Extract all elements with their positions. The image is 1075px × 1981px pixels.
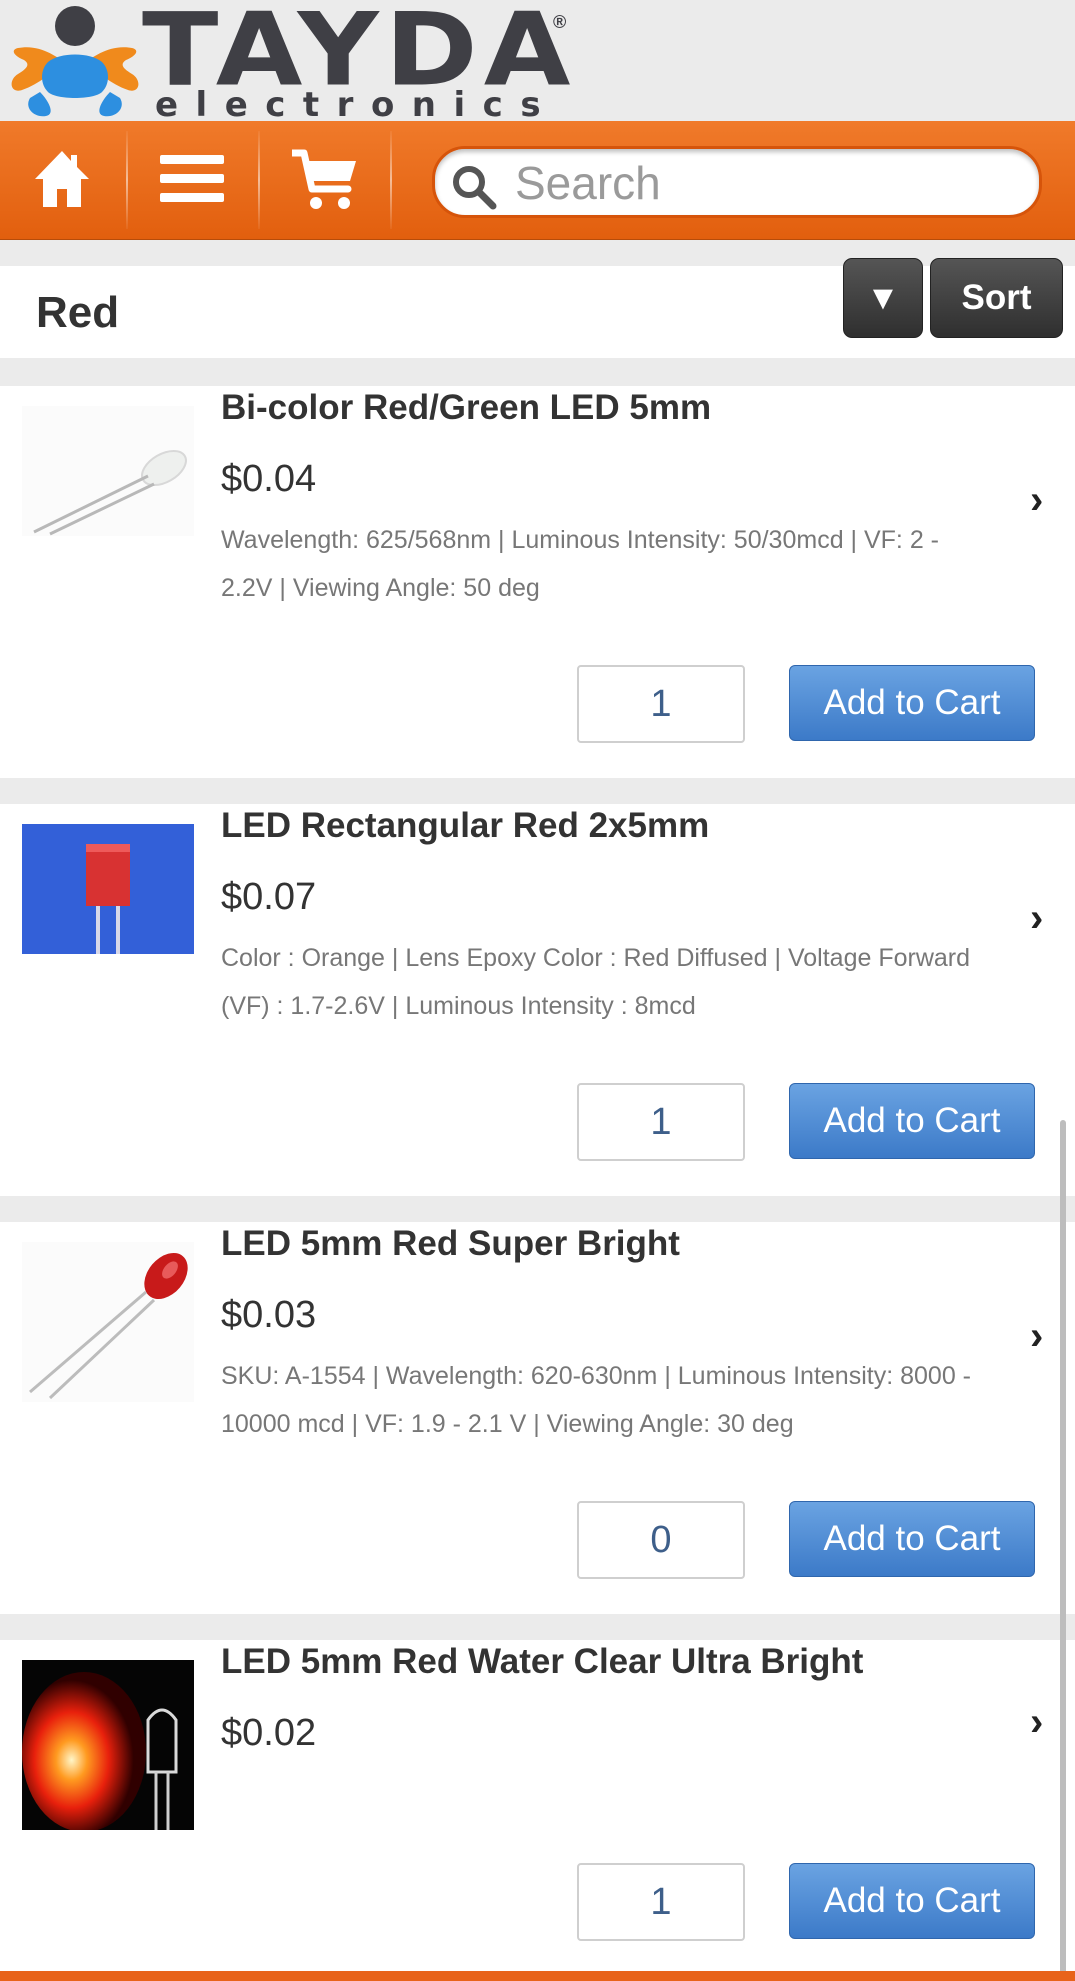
product-name[interactable]: LED 5mm Red Water Clear Ultra Bright — [221, 1642, 863, 1682]
product-price: $0.04 — [221, 458, 317, 500]
product-name[interactable]: LED Rectangular Red 2x5mm — [221, 806, 709, 846]
product-thumbnail[interactable] — [22, 1660, 194, 1830]
product-price: $0.03 — [221, 1294, 317, 1336]
logo-bar: TAYDA electronics ® — [0, 0, 1075, 125]
top-nav-bar — [0, 121, 1075, 240]
quantity-field[interactable]: 1 — [577, 665, 745, 743]
category-title: Red — [36, 288, 120, 337]
menu-button[interactable] — [128, 121, 254, 239]
product-description: Wavelength: 625/568nm | Luminous Intensi… — [221, 526, 939, 602]
sort-label: Sort — [961, 278, 1032, 317]
product-card[interactable]: LED Rectangular Red 2x5mm $0.07 Color : … — [0, 804, 1075, 1196]
cart-button[interactable] — [260, 121, 386, 239]
product-card[interactable]: LED 5mm Red Water Clear Ultra Bright $0.… — [0, 1640, 1075, 1971]
search-box[interactable] — [432, 146, 1042, 218]
add-to-cart-button[interactable]: Add to Cart — [789, 1501, 1035, 1577]
cart-icon — [292, 149, 356, 209]
chevron-right-icon[interactable]: › — [1030, 478, 1043, 523]
add-to-cart-button[interactable]: Add to Cart — [789, 1083, 1035, 1159]
product-price: $0.07 — [221, 876, 317, 918]
scrollbar-thumb[interactable] — [1060, 1120, 1066, 1980]
triangle-down-icon: ▼ — [866, 278, 900, 317]
product-thumbnail[interactable] — [22, 406, 194, 536]
chevron-right-icon[interactable]: › — [1030, 1700, 1043, 1745]
product-price: $0.02 — [221, 1712, 317, 1754]
quantity-field[interactable]: 1 — [577, 1863, 745, 1941]
menu-icon — [160, 155, 224, 202]
product-description: SKU: A-1554 | Wavelength: 620-630nm | Lu… — [221, 1362, 971, 1438]
sort-button[interactable]: Sort — [930, 258, 1063, 338]
search-input[interactable] — [513, 155, 1017, 211]
nav-divider — [390, 131, 392, 229]
chevron-right-icon[interactable]: › — [1030, 1314, 1043, 1359]
product-thumbnail[interactable] — [22, 824, 194, 954]
filter-dropdown-button[interactable]: ▼ — [843, 258, 923, 338]
product-description: Color : Orange | Lens Epoxy Color : Red … — [221, 944, 971, 1020]
tayda-mascot-logo[interactable] — [10, 4, 140, 120]
home-button[interactable] — [0, 121, 126, 239]
search-icon — [453, 166, 497, 210]
product-card[interactable]: Bi-color Red/Green LED 5mm $0.04 Wavelen… — [0, 386, 1075, 778]
product-thumbnail[interactable] — [22, 1242, 194, 1402]
quantity-field[interactable]: 1 — [577, 1083, 745, 1161]
registered-mark: ® — [553, 12, 567, 32]
add-to-cart-button[interactable]: Add to Cart — [789, 1863, 1035, 1939]
footer-bar — [0, 1971, 1075, 1981]
product-name[interactable]: LED 5mm Red Super Bright — [221, 1224, 680, 1264]
logo-subtitle: electronics — [155, 85, 559, 125]
home-icon — [35, 151, 89, 207]
product-name[interactable]: Bi-color Red/Green LED 5mm — [221, 388, 711, 428]
chevron-right-icon[interactable]: › — [1030, 896, 1043, 941]
add-to-cart-button[interactable]: Add to Cart — [789, 665, 1035, 741]
quantity-field[interactable]: 0 — [577, 1501, 745, 1579]
product-card[interactable]: LED 5mm Red Super Bright $0.03 SKU: A-15… — [0, 1222, 1075, 1614]
